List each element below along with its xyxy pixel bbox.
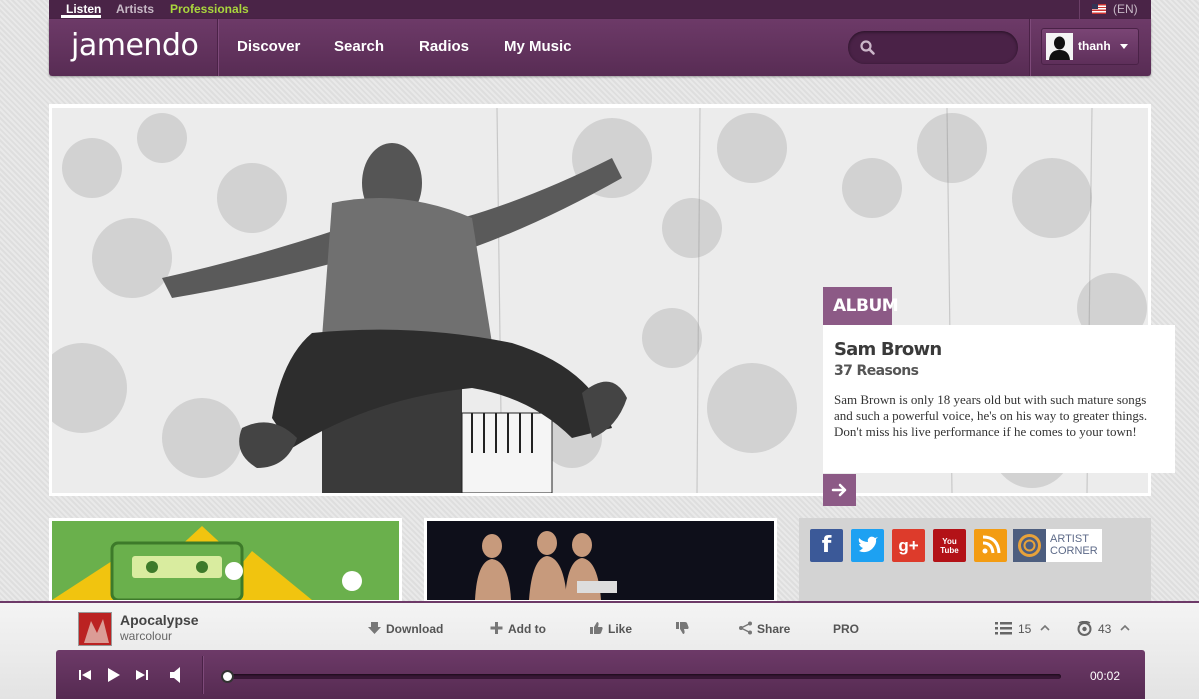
next-track-icon[interactable] xyxy=(133,666,151,684)
play-icon[interactable] xyxy=(104,666,122,684)
user-menu-button[interactable]: thanh xyxy=(1041,28,1139,65)
jamendo-logo[interactable]: jamendo xyxy=(71,28,199,63)
artist-corner-icon xyxy=(1013,529,1046,562)
playlist-icon[interactable] xyxy=(995,622,1012,635)
like-label: Like xyxy=(608,622,633,636)
hero-next-button[interactable] xyxy=(823,474,856,506)
download-button[interactable]: Download xyxy=(368,622,444,636)
album-title[interactable]: 37 Reasons xyxy=(834,363,1164,379)
track-artist[interactable]: warcolour xyxy=(120,629,172,643)
google-plus-label: g+ xyxy=(898,536,919,555)
youtube-icon[interactable]: You Tube xyxy=(933,529,966,562)
radio-icon[interactable] xyxy=(1076,621,1093,636)
user-silhouette-icon xyxy=(1046,33,1073,60)
artist-corner-label: ARTIST CORNER xyxy=(1050,533,1098,557)
thumbs-down-icon xyxy=(676,622,689,634)
youtube-label: You Tube xyxy=(940,537,959,555)
language-label: (EN) xyxy=(1113,2,1138,16)
active-tab-indicator xyxy=(61,15,101,18)
thumbs-up-icon xyxy=(590,622,603,634)
us-flag-icon xyxy=(1092,4,1106,14)
facebook-label: f xyxy=(821,533,832,558)
logo-text: jamendo xyxy=(71,28,199,63)
search-box xyxy=(848,31,1018,64)
add-to-label: Add to xyxy=(508,622,546,636)
album-info-card: Sam Brown 37 Reasons Sam Brown is only 1… xyxy=(823,325,1175,473)
featured-hero: ALBUM Sam Brown 37 Reasons Sam Brown is … xyxy=(49,104,1175,506)
google-plus-icon[interactable]: g+ xyxy=(892,529,925,562)
avatar xyxy=(1046,33,1073,60)
player-controls-bar: 00:02 xyxy=(56,650,1145,699)
radio-count: 43 xyxy=(1098,622,1112,636)
music-player: Apocalypse warcolour Download Add to Lik… xyxy=(0,601,1199,699)
promo-card[interactable] xyxy=(49,518,402,603)
album-tag: ALBUM xyxy=(823,287,899,325)
nav-search[interactable]: Search xyxy=(334,38,384,55)
tab-artists[interactable]: Artists xyxy=(116,2,154,16)
top-strip: Listen Artists Professionals (EN) xyxy=(49,0,1151,19)
chevron-down-icon xyxy=(1120,44,1128,49)
progress-handle[interactable] xyxy=(221,670,234,683)
album-description: Sam Brown is only 18 years old but with … xyxy=(834,392,1148,439)
tab-listen[interactable]: Listen xyxy=(66,2,101,16)
divider xyxy=(1029,19,1030,76)
search-icon[interactable] xyxy=(859,39,876,56)
share-icon xyxy=(739,621,752,635)
arrow-right-icon xyxy=(831,483,847,497)
playlist-count: 15 xyxy=(1018,622,1032,636)
promo-card[interactable] xyxy=(424,518,777,603)
progress-track[interactable] xyxy=(224,674,1061,679)
plus-icon xyxy=(490,622,503,634)
elapsed-time: 00:02 xyxy=(1090,669,1121,683)
previous-track-icon[interactable] xyxy=(76,666,94,684)
cassette-illustration xyxy=(52,521,399,602)
volume-icon[interactable] xyxy=(168,666,186,684)
share-button[interactable]: Share xyxy=(739,621,791,636)
pro-button[interactable]: PRO xyxy=(833,622,859,636)
language-selector[interactable]: (EN) xyxy=(1079,0,1151,19)
nav-my-music[interactable]: My Music xyxy=(504,38,572,55)
nav-radios[interactable]: Radios xyxy=(419,38,469,55)
like-button[interactable]: Like xyxy=(590,622,633,636)
main-header: jamendo Discover Search Radios My Music … xyxy=(49,19,1151,76)
user-name: thanh xyxy=(1078,39,1111,53)
divider xyxy=(217,19,218,76)
album-artist[interactable]: Sam Brown xyxy=(834,339,1164,360)
chevron-up-icon[interactable] xyxy=(1040,624,1050,631)
tab-professionals[interactable]: Professionals xyxy=(170,2,249,16)
download-icon xyxy=(368,622,381,634)
social-links-panel: f g+ You Tube ARTIST CORNER xyxy=(799,518,1151,603)
divider xyxy=(202,656,203,694)
band-photo xyxy=(427,521,774,600)
artist-corner-link[interactable]: ARTIST CORNER xyxy=(1013,529,1102,562)
download-label: Download xyxy=(386,622,444,636)
rss-feed-icon xyxy=(982,535,1001,554)
search-input[interactable] xyxy=(880,37,1008,58)
twitter-icon[interactable] xyxy=(851,529,884,562)
track-cover[interactable] xyxy=(78,612,112,646)
track-title[interactable]: Apocalypse xyxy=(120,612,199,628)
nav-discover[interactable]: Discover xyxy=(237,38,300,55)
cover-art xyxy=(79,613,111,645)
add-to-button[interactable]: Add to xyxy=(490,622,546,636)
twitter-bird-icon xyxy=(858,536,878,553)
facebook-icon[interactable]: f xyxy=(810,529,843,562)
rss-icon[interactable] xyxy=(974,529,1007,562)
share-label: Share xyxy=(757,622,791,636)
chevron-up-icon[interactable] xyxy=(1120,624,1130,631)
